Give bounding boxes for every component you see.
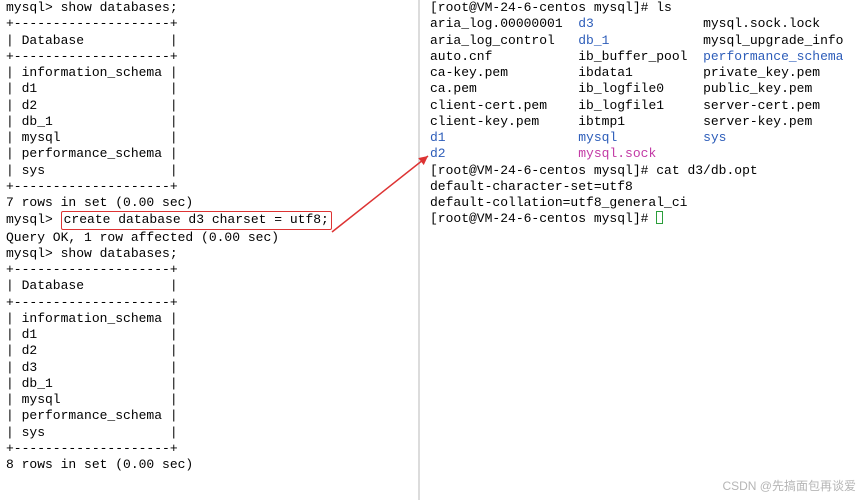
highlight-box: create database d3 charset = utf8; xyxy=(61,211,332,229)
left-terminal[interactable]: mysql> show databases;+-----------------… xyxy=(6,0,416,473)
ls-row: auto.cnf ib_buffer_pool performance_sche… xyxy=(430,49,860,65)
pane-divider xyxy=(418,0,420,500)
cat-output: default-character-set=utf8 xyxy=(430,179,860,195)
db-row: | d2 | xyxy=(6,98,416,114)
query-ok: Query OK, 1 row affected (0.00 sec) xyxy=(6,230,416,246)
db-row: | d1 | xyxy=(6,81,416,97)
db-row: | sys | xyxy=(6,425,416,441)
db-row: | db_1 | xyxy=(6,114,416,130)
ls-row: aria_log_control db_1 mysql_upgrade_info xyxy=(430,33,860,49)
db-row: | information_schema | xyxy=(6,65,416,81)
ls-row: aria_log.00000001 d3 mysql.sock.lock xyxy=(430,16,860,32)
ls-row: d1 mysql sys xyxy=(430,130,860,146)
db-row: | mysql | xyxy=(6,392,416,408)
ls-row: d2 mysql.sock xyxy=(430,146,860,162)
db-row: | d3 | xyxy=(6,360,416,376)
db-row: | d2 | xyxy=(6,343,416,359)
right-terminal[interactable]: [root@VM-24-6-centos mysql]# lsaria_log.… xyxy=(430,0,860,228)
ls-row: ca.pem ib_logfile0 public_key.pem xyxy=(430,81,860,97)
ls-row: client-key.pem ibtmp1 server-key.pem xyxy=(430,114,860,130)
shell-cmd-ls: [root@VM-24-6-centos mysql]# ls xyxy=(430,0,860,16)
result-count-1: 7 rows in set (0.00 sec) xyxy=(6,195,416,211)
cat-output: default-collation=utf8_general_ci xyxy=(430,195,860,211)
ls-row: ca-key.pem ibdata1 private_key.pem xyxy=(430,65,860,81)
mysql-cmd-show2: mysql> show databases; xyxy=(6,246,416,262)
db-row: | mysql | xyxy=(6,130,416,146)
db-row: | performance_schema | xyxy=(6,408,416,424)
shell-cmd-cat: [root@VM-24-6-centos mysql]# cat d3/db.o… xyxy=(430,163,860,179)
ls-row: client-cert.pem ib_logfile1 server-cert.… xyxy=(430,98,860,114)
db-row: | db_1 | xyxy=(6,376,416,392)
mysql-cmd-show1: mysql> show databases; xyxy=(6,0,416,16)
shell-prompt-idle[interactable]: [root@VM-24-6-centos mysql]# xyxy=(430,211,860,227)
db-row: | d1 | xyxy=(6,327,416,343)
watermark: CSDN @先搞面包再谈爱 xyxy=(722,479,856,494)
db-row: | information_schema | xyxy=(6,311,416,327)
result-count-2: 8 rows in set (0.00 sec) xyxy=(6,457,416,473)
db-row: | performance_schema | xyxy=(6,146,416,162)
db-row: | sys | xyxy=(6,163,416,179)
mysql-cmd-create: mysql> create database d3 charset = utf8… xyxy=(6,211,416,229)
cursor-icon xyxy=(656,211,663,224)
